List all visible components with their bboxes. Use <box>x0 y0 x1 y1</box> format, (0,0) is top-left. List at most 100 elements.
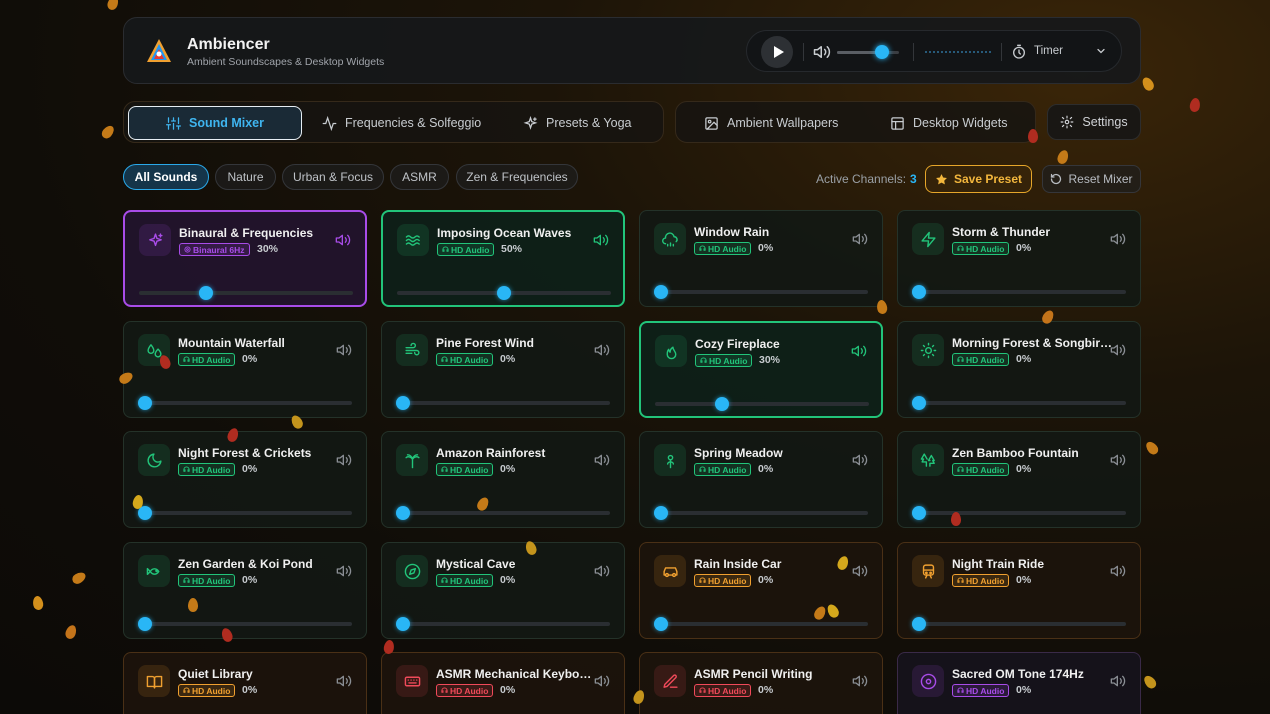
volume-slider[interactable] <box>396 396 610 410</box>
volume-thumb[interactable] <box>396 506 410 520</box>
sound-card[interactable]: Zen Bamboo Fountain HD Audio 0% <box>897 431 1141 528</box>
speaker-icon[interactable] <box>335 232 351 248</box>
volume-thumb[interactable] <box>138 617 152 631</box>
falling-leaf <box>1143 439 1161 457</box>
volume-percent: 0% <box>1016 242 1032 254</box>
settings-button[interactable]: Settings <box>1047 104 1141 140</box>
tab-frequencies[interactable]: Frequencies & Solfeggio <box>308 106 495 140</box>
sound-card[interactable]: ASMR Mechanical Keyboard HD Audio 0% <box>381 652 625 714</box>
volume-slider[interactable] <box>138 396 352 410</box>
reset-mixer-button[interactable]: Reset Mixer <box>1042 165 1141 193</box>
filter-asmr[interactable]: ASMR <box>390 164 449 190</box>
tab-wallpapers[interactable]: Ambient Wallpapers <box>690 106 852 140</box>
volume-slider[interactable] <box>912 285 1126 299</box>
volume-slider[interactable] <box>912 396 1126 410</box>
speaker-icon[interactable] <box>1110 342 1126 358</box>
tab-presets[interactable]: Presets & Yoga <box>509 106 645 140</box>
sound-card[interactable]: Mountain Waterfall HD Audio 0% <box>123 321 367 418</box>
speaker-icon[interactable] <box>336 563 352 579</box>
chevron-down-icon[interactable] <box>1095 45 1107 57</box>
speaker-icon[interactable] <box>1110 563 1126 579</box>
falling-leaf <box>1055 148 1071 166</box>
volume-thumb[interactable] <box>912 285 926 299</box>
volume-thumb[interactable] <box>912 617 926 631</box>
badge-label: HD Audio <box>966 464 1005 475</box>
volume-slider[interactable] <box>139 286 353 300</box>
volume-slider[interactable] <box>396 506 610 520</box>
volume-thumb[interactable] <box>912 396 926 410</box>
headphones-icon <box>957 245 964 251</box>
volume-slider[interactable] <box>654 506 868 520</box>
sound-card[interactable]: ASMR Pencil Writing HD Audio 0% <box>639 652 883 714</box>
sound-card[interactable]: Binaural & Frequencies Binaural 6Hz 30% <box>123 210 367 307</box>
volume-thumb[interactable] <box>715 397 729 411</box>
speaker-icon[interactable] <box>1110 452 1126 468</box>
filter-nature[interactable]: Nature <box>215 164 276 190</box>
volume-thumb[interactable] <box>654 285 668 299</box>
filter-zen-frequencies[interactable]: Zen & Frequencies <box>456 164 578 190</box>
headphones-icon <box>183 577 190 583</box>
volume-thumb[interactable] <box>138 506 152 520</box>
volume-thumb[interactable] <box>654 617 668 631</box>
volume-thumb[interactable] <box>199 286 213 300</box>
sound-card[interactable]: Window Rain HD Audio 0% <box>639 210 883 307</box>
speaker-icon[interactable] <box>594 342 610 358</box>
volume-slider[interactable] <box>654 617 868 631</box>
sound-card[interactable]: Night Train Ride HD Audio 0% <box>897 542 1141 639</box>
badge-label: HD Audio <box>708 685 747 696</box>
volume-thumb[interactable] <box>654 506 668 520</box>
sound-card[interactable]: Mystical Cave HD Audio 0% <box>381 542 625 639</box>
sound-card[interactable]: Zen Garden & Koi Pond HD Audio 0% <box>123 542 367 639</box>
sound-card[interactable]: Imposing Ocean Waves HD Audio 50% <box>381 210 625 307</box>
speaker-icon[interactable] <box>594 452 610 468</box>
tab-widgets[interactable]: Desktop Widgets <box>876 106 1021 140</box>
sound-card[interactable]: Pine Forest Wind HD Audio 0% <box>381 321 625 418</box>
speaker-icon[interactable] <box>336 342 352 358</box>
speaker-icon[interactable] <box>852 673 868 689</box>
master-volume-slider[interactable] <box>837 45 899 59</box>
speaker-icon[interactable] <box>1110 231 1126 247</box>
speaker-icon[interactable] <box>852 231 868 247</box>
sound-card[interactable]: Amazon Rainforest HD Audio 0% <box>381 431 625 528</box>
sound-card[interactable]: Sacred OM Tone 174Hz HD Audio 0% <box>897 652 1141 714</box>
volume-slider[interactable] <box>396 617 610 631</box>
speaker-icon[interactable] <box>852 452 868 468</box>
speaker-icon[interactable] <box>851 343 867 359</box>
volume-slider[interactable] <box>655 397 869 411</box>
play-button[interactable] <box>761 36 793 68</box>
sound-card[interactable]: Morning Forest & Songbirds HD Audio 0% <box>897 321 1141 418</box>
sound-card[interactable]: Cozy Fireplace HD Audio 30% <box>639 321 883 418</box>
speaker-icon[interactable] <box>594 673 610 689</box>
volume-slider[interactable] <box>397 286 611 300</box>
speaker-icon[interactable] <box>593 232 609 248</box>
volume-slider[interactable] <box>138 617 352 631</box>
master-volume-thumb[interactable] <box>874 45 889 59</box>
speaker-icon[interactable] <box>594 563 610 579</box>
sound-card[interactable]: Spring Meadow HD Audio 0% <box>639 431 883 528</box>
volume-thumb[interactable] <box>912 506 926 520</box>
timer-select[interactable]: Timer <box>1034 45 1063 57</box>
sound-card[interactable]: Rain Inside Car HD Audio 0% <box>639 542 883 639</box>
falling-leaf <box>1141 673 1159 691</box>
sound-card[interactable]: Quiet Library HD Audio 0% <box>123 652 367 714</box>
speaker-icon[interactable] <box>1110 673 1126 689</box>
sound-card[interactable]: Storm & Thunder HD Audio 0% <box>897 210 1141 307</box>
speaker-icon[interactable] <box>336 673 352 689</box>
volume-slider[interactable] <box>654 285 868 299</box>
filter-urban-focus[interactable]: Urban & Focus <box>282 164 384 190</box>
volume-slider[interactable] <box>912 506 1126 520</box>
filter-all-sounds[interactable]: All Sounds <box>123 164 209 190</box>
volume-slider[interactable] <box>138 506 352 520</box>
volume-thumb[interactable] <box>396 396 410 410</box>
volume-thumb[interactable] <box>396 617 410 631</box>
volume-icon[interactable] <box>813 43 831 61</box>
volume-slider[interactable] <box>912 617 1126 631</box>
volume-thumb[interactable] <box>497 286 511 300</box>
speaker-icon[interactable] <box>852 563 868 579</box>
sound-card[interactable]: Night Forest & Crickets HD Audio 0% <box>123 431 367 528</box>
badge-label: HD Audio <box>966 243 1005 254</box>
volume-thumb[interactable] <box>138 396 152 410</box>
save-preset-button[interactable]: Save Preset <box>925 165 1032 193</box>
speaker-icon[interactable] <box>336 452 352 468</box>
tab-sound-mixer[interactable]: Sound Mixer <box>128 106 302 140</box>
